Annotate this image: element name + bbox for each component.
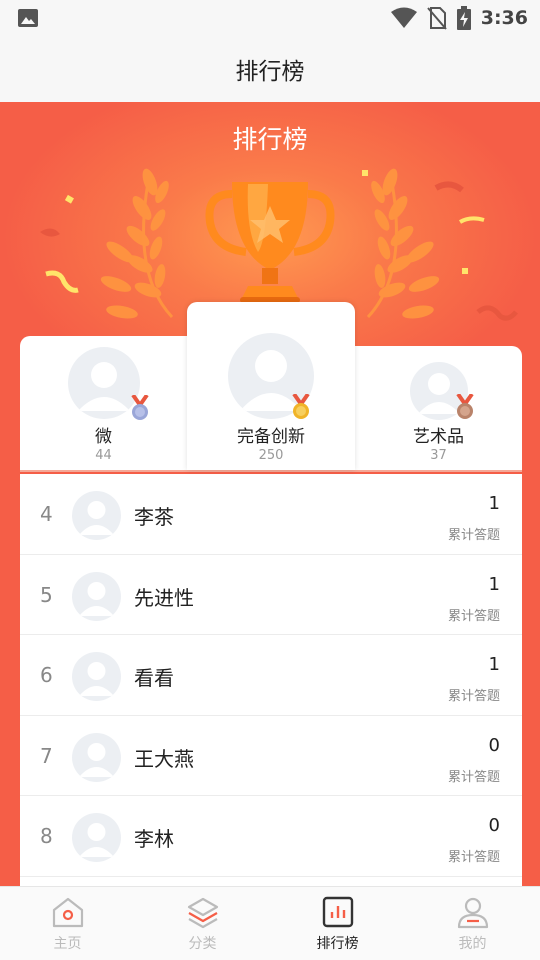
- podium-score: 250: [258, 448, 284, 463]
- list-item[interactable]: 7 王大燕 0 累计答题: [20, 716, 522, 796]
- banner-title: 排行榜: [232, 125, 308, 154]
- nav-item-category[interactable]: 分类: [135, 887, 270, 960]
- trophy-icon: [205, 182, 335, 303]
- laurel-left-icon: [100, 168, 174, 319]
- podium-first-place[interactable]: 完备创新 250: [187, 302, 355, 470]
- answer-count-label: 累计答题: [447, 528, 500, 543]
- rank-number: 8: [40, 824, 53, 848]
- rank-number: 5: [40, 582, 53, 607]
- podium-score: 44: [95, 448, 112, 463]
- list-item[interactable]: 6 看看 1 累计答题: [20, 635, 522, 716]
- podium-name: 艺术品: [413, 427, 464, 447]
- avatar: [72, 813, 121, 862]
- nav-label: 分类: [188, 936, 217, 952]
- page-title: 排行榜: [235, 59, 305, 85]
- nav-label: 排行榜: [316, 936, 359, 952]
- podium-third-place[interactable]: 艺术品 37: [355, 346, 522, 470]
- ranking-list[interactable]: 4 李茶 1 累计答题 5 先进性 1 累计答题 6 看看 1 累计答题 7 王…: [20, 474, 522, 886]
- rank-number: 7: [40, 743, 53, 768]
- no-sim-icon: [426, 7, 447, 30]
- nav-item-home[interactable]: 主页: [0, 887, 135, 960]
- podium-name: 完备创新: [237, 427, 305, 447]
- avatar: [72, 571, 121, 621]
- list-item[interactable]: 8 李林 0 累计答题: [20, 796, 522, 877]
- user-name: 李林: [134, 827, 174, 851]
- nav-label: 主页: [53, 936, 82, 952]
- confetti-icon: [40, 228, 60, 237]
- answer-count-label: 累计答题: [447, 608, 500, 624]
- answer-count: 1: [488, 493, 500, 514]
- divider: [20, 470, 522, 472]
- avatar: [72, 491, 121, 540]
- rank-number: 4: [40, 502, 53, 526]
- podium-name: 微: [95, 427, 112, 447]
- podium-score: 37: [430, 448, 447, 463]
- answer-count-label: 累计答题: [447, 769, 500, 785]
- answer-count: 1: [488, 573, 500, 595]
- leaderboard-icon: [322, 896, 353, 928]
- user-name: 李茶: [134, 505, 174, 529]
- user-name: 王大燕: [134, 746, 194, 771]
- user-name: 看看: [134, 666, 174, 690]
- answer-count: 0: [488, 734, 500, 756]
- photo-notification-icon: [18, 9, 38, 27]
- laurel-right-icon: [366, 168, 440, 319]
- list-item[interactable]: 5 先进性 1 累计答题: [20, 555, 522, 635]
- answer-count: 0: [488, 815, 500, 836]
- home-icon: [52, 897, 83, 928]
- status-time: 3:36: [480, 7, 528, 29]
- wifi-icon: [390, 7, 417, 28]
- profile-icon: [457, 897, 488, 929]
- podium: 微 44 完备创新 250 艺术品 37: [20, 302, 522, 472]
- nav-item-leaderboard[interactable]: 排行榜: [270, 887, 405, 960]
- bronze-medal-icon: [456, 394, 474, 419]
- user-name: 先进性: [134, 585, 194, 610]
- avatar: [67, 347, 140, 419]
- battery-charging-icon: [456, 6, 471, 30]
- silver-medal-icon: [131, 395, 149, 420]
- answer-count: 1: [488, 654, 500, 675]
- avatar: [72, 732, 121, 782]
- answer-count-label: 累计答题: [447, 850, 500, 865]
- answer-count-label: 累计答题: [447, 689, 500, 704]
- nav-item-profile[interactable]: 我的: [405, 887, 540, 960]
- app-bar: 排行榜: [0, 36, 540, 102]
- bottom-nav: 主页 分类 排行榜 我的: [0, 886, 540, 960]
- status-bar: 3:36: [0, 0, 540, 36]
- layers-icon: [187, 897, 218, 929]
- gold-medal-icon: [292, 394, 310, 419]
- rank-number: 6: [40, 663, 53, 687]
- list-item[interactable]: 4 李茶 1 累计答题: [20, 474, 522, 555]
- avatar: [72, 652, 121, 701]
- podium-second-place[interactable]: 微 44: [20, 336, 187, 470]
- nav-label: 我的: [458, 936, 487, 952]
